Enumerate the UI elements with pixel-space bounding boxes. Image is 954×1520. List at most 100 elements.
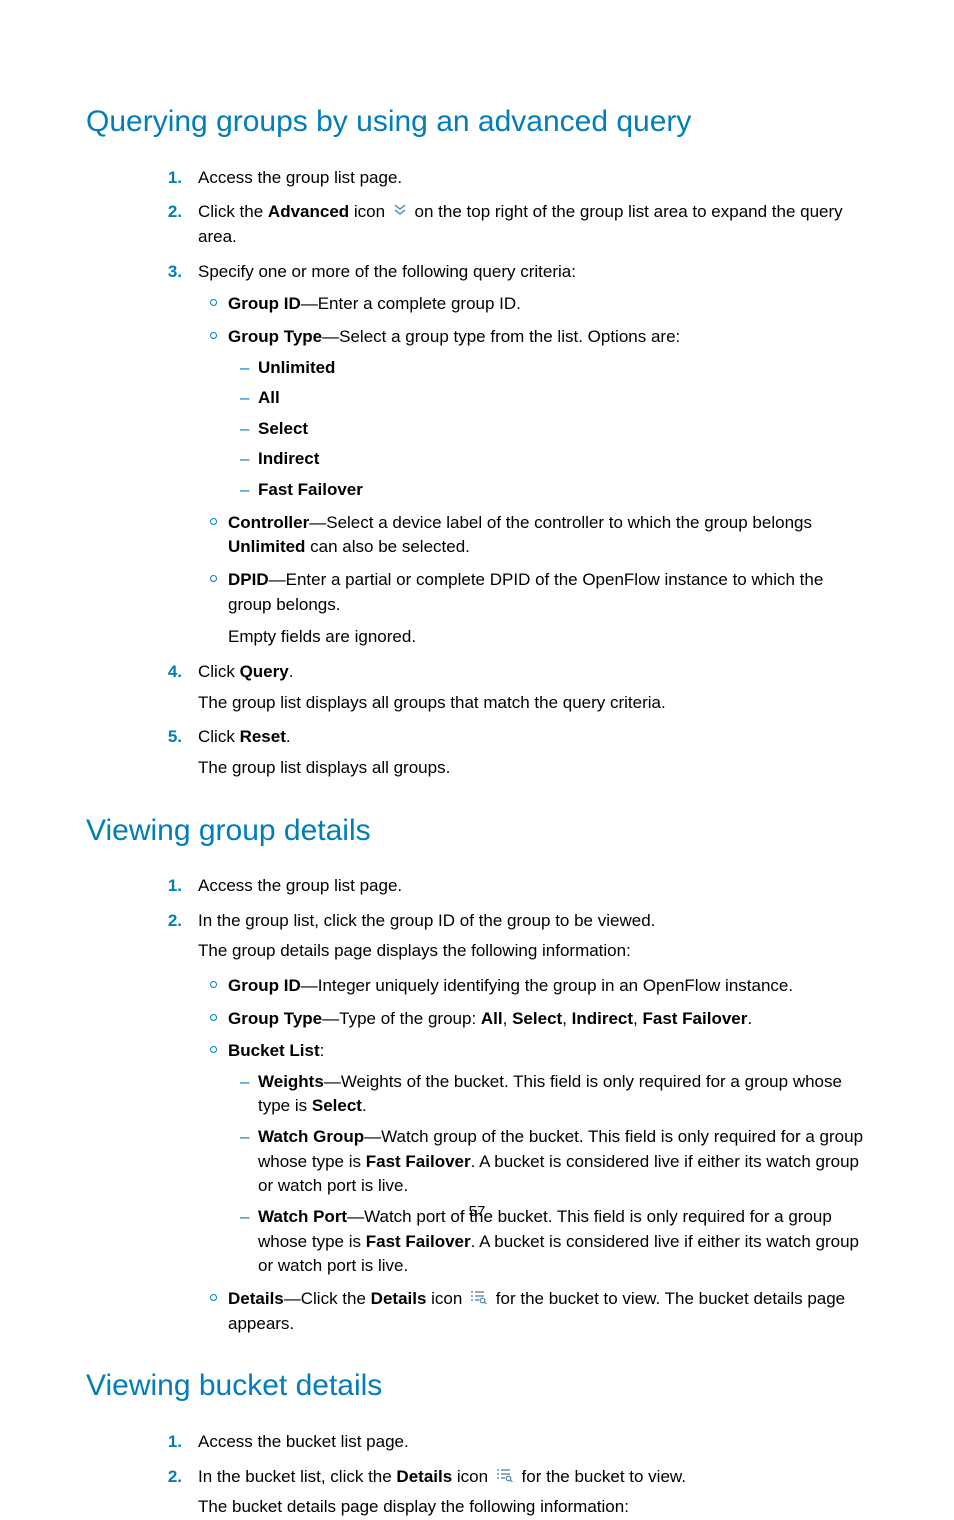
option-item: Fast Failover — [258, 478, 868, 503]
criteria-item: DPID—Enter a partial or complete DPID of… — [228, 568, 868, 617]
step: 1. Access the group list page. — [198, 166, 868, 191]
criteria-label: Controller — [228, 513, 309, 532]
keyword-fast-failover: Fast Failover — [366, 1232, 471, 1251]
step-text: Access the group list page. — [198, 168, 402, 187]
criteria-item: Controller—Select a device label of the … — [228, 511, 868, 560]
criteria-tail: —Select a group type from the list. Opti… — [322, 327, 680, 346]
keyword-query: Query — [240, 662, 289, 681]
criteria-tail: can also be selected. — [305, 537, 469, 556]
option-item: Unlimited — [258, 356, 868, 381]
section-heading-1: Querying groups by using an advanced que… — [86, 100, 868, 144]
section-heading-3: Viewing bucket details — [86, 1364, 868, 1408]
step-number: 2. — [152, 200, 182, 225]
bucket-label: Weights — [258, 1072, 324, 1091]
detail-label: Group Type — [228, 1009, 322, 1028]
seq-item: Fast Failover — [643, 1009, 748, 1028]
option-item: All — [258, 386, 868, 411]
keyword-reset: Reset — [240, 727, 286, 746]
criteria-tail: —Enter a partial or complete DPID of the… — [228, 570, 823, 614]
step-text: Access the group list page. — [198, 876, 402, 895]
criteria-list: Group ID—Enter a complete group ID. Grou… — [198, 292, 868, 617]
keyword-details: Details — [371, 1289, 427, 1308]
step-text: Click — [198, 662, 240, 681]
step-number: 4. — [152, 660, 182, 685]
step-text: In the bucket list, click the — [198, 1467, 396, 1486]
step-number: 1. — [152, 166, 182, 191]
step-after: The bucket details page display the foll… — [198, 1495, 868, 1520]
keyword-select: Select — [312, 1096, 362, 1115]
step: 1. Access the bucket list page. — [198, 1430, 868, 1455]
keyword-unlimited: Unlimited — [228, 537, 305, 556]
step-text: . — [286, 727, 291, 746]
options-list: Unlimited All Select Indirect Fast Failo… — [228, 356, 868, 503]
step: 3. Specify one or more of the following … — [198, 260, 868, 650]
detail-tail: : — [320, 1041, 325, 1060]
step-after: The group list displays all groups. — [198, 756, 868, 781]
bucket-label: Watch Group — [258, 1127, 364, 1146]
step-text: Click the — [198, 202, 268, 221]
seq-item: Indirect — [572, 1009, 633, 1028]
step: 5. Click Reset. The group list displays … — [198, 725, 868, 780]
step-text: icon — [452, 1467, 493, 1486]
option-text: Indirect — [258, 449, 319, 468]
step-after: The group list displays all groups that … — [198, 691, 868, 716]
step: 4. Click Query. The group list displays … — [198, 660, 868, 715]
keyword-fast-failover: Fast Failover — [366, 1152, 471, 1171]
bucket-field: Watch Group—Watch group of the bucket. T… — [258, 1125, 868, 1199]
step-text: Click — [198, 727, 240, 746]
detail-item: Details—Click the Details icon for the b… — [228, 1287, 868, 1336]
detail-item: Group ID—Integer uniquely identifying th… — [228, 974, 868, 999]
steps-list-3: 1. Access the bucket list page. 2. In th… — [86, 1430, 868, 1520]
step-number: 3. — [152, 260, 182, 285]
step-number: 1. — [152, 1430, 182, 1455]
page-content: Querying groups by using an advanced que… — [0, 0, 954, 1520]
step: 2. In the group list, click the group ID… — [198, 909, 868, 1337]
detail-label: Bucket List — [228, 1041, 320, 1060]
step: 1. Access the group list page. — [198, 874, 868, 899]
step-after: The group details page displays the foll… — [198, 939, 868, 964]
option-text: Fast Failover — [258, 480, 363, 499]
step: 2. In the bucket list, click the Details… — [198, 1465, 868, 1520]
option-text: Unlimited — [258, 358, 335, 377]
detail-tail: icon — [426, 1289, 467, 1308]
step-number: 2. — [152, 909, 182, 934]
detail-item: Group Type—Type of the group: All, Selec… — [228, 1007, 868, 1032]
criteria-tail: —Select a device label of the controller… — [309, 513, 812, 532]
keyword-details: Details — [396, 1467, 452, 1486]
step-text: for the bucket to view. — [517, 1467, 686, 1486]
bucket-tail: . — [362, 1096, 367, 1115]
criteria-footnote: Empty fields are ignored. — [228, 625, 868, 650]
detail-list: Group ID—Integer uniquely identifying th… — [198, 974, 868, 1337]
detail-label: Group ID — [228, 976, 301, 995]
bucket-field: Weights—Weights of the bucket. This fiel… — [258, 1070, 868, 1119]
criteria-tail: —Enter a complete group ID. — [301, 294, 521, 313]
step-number: 2. — [152, 1465, 182, 1490]
advanced-icon — [393, 200, 407, 225]
detail-label: Details — [228, 1289, 284, 1308]
detail-tail: —Integer uniquely identifying the group … — [301, 976, 793, 995]
detail-tail: —Click the — [284, 1289, 371, 1308]
step-number: 1. — [152, 874, 182, 899]
step-text: Access the bucket list page. — [198, 1432, 409, 1451]
step: 2. Click the Advanced icon on the top ri… — [198, 200, 868, 249]
criteria-item: Group Type—Select a group type from the … — [228, 325, 868, 503]
criteria-label: DPID — [228, 570, 269, 589]
step-text: icon — [349, 202, 390, 221]
step-text: Specify one or more of the following que… — [198, 262, 576, 281]
step-text: In the group list, click the group ID of… — [198, 911, 655, 930]
option-item: Select — [258, 417, 868, 442]
option-text: All — [258, 388, 280, 407]
criteria-label: Group ID — [228, 294, 301, 313]
detail-item: Bucket List: Weights—Weights of the buck… — [228, 1039, 868, 1279]
section-heading-2: Viewing group details — [86, 809, 868, 853]
option-text: Select — [258, 419, 308, 438]
steps-list-2: 1. Access the group list page. 2. In the… — [86, 874, 868, 1336]
seq-item: All — [481, 1009, 503, 1028]
bucket-fields: Weights—Weights of the bucket. This fiel… — [228, 1070, 868, 1279]
seq-item: Select — [512, 1009, 562, 1028]
option-item: Indirect — [258, 447, 868, 472]
step-text: . — [289, 662, 294, 681]
keyword-advanced: Advanced — [268, 202, 349, 221]
criteria-label: Group Type — [228, 327, 322, 346]
criteria-item: Group ID—Enter a complete group ID. — [228, 292, 868, 317]
